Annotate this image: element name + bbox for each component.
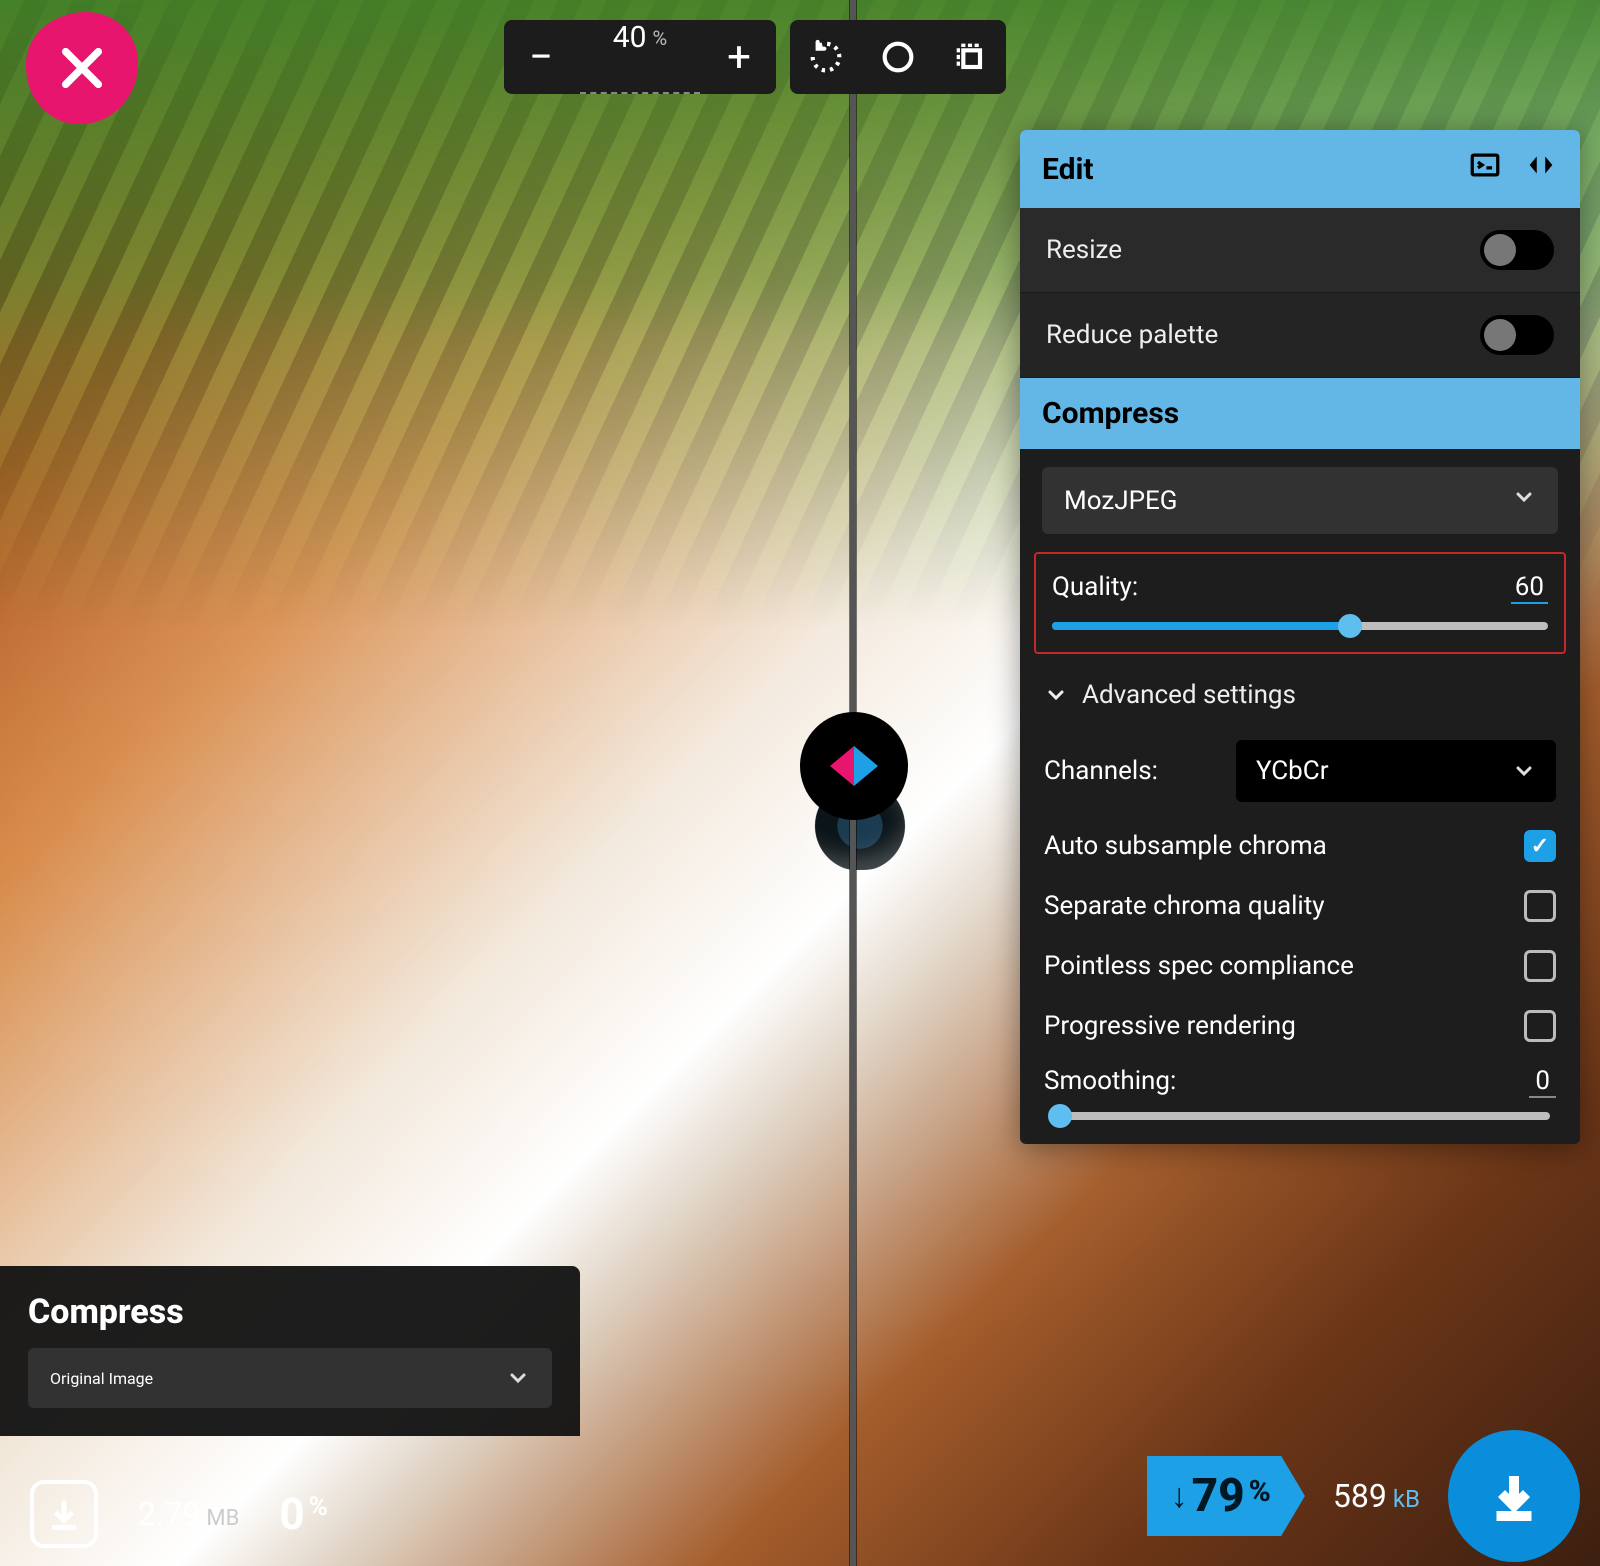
chevron-down-icon <box>1512 485 1536 516</box>
auto-subsample-checkbox[interactable] <box>1524 830 1556 862</box>
zoom-out-button[interactable]: − <box>504 20 578 94</box>
advanced-toggle[interactable]: Advanced settings <box>1020 670 1580 726</box>
progressive-row: Progressive rendering <box>1020 996 1580 1056</box>
resize-label: Resize <box>1046 235 1122 265</box>
left-compress-card: Compress Original Image <box>0 1266 580 1436</box>
smoothing-block: Smoothing: 0 <box>1020 1056 1580 1144</box>
down-arrow-icon: ↓ <box>1171 1476 1188 1516</box>
circle-icon <box>878 37 918 77</box>
smoothing-value[interactable]: 0 <box>1529 1066 1556 1098</box>
rotate-button[interactable] <box>790 20 862 94</box>
smoothing-slider[interactable] <box>1050 1112 1550 1120</box>
compressed-size-value: 589 <box>1333 1477 1387 1515</box>
reduce-palette-label: Reduce palette <box>1046 320 1218 350</box>
separate-chroma-checkbox[interactable] <box>1524 890 1556 922</box>
transform-group <box>790 20 1006 94</box>
chevron-down-icon <box>506 1366 530 1390</box>
savings-badge: ↓ 79 % <box>1147 1456 1305 1536</box>
rotate-icon <box>806 37 846 77</box>
chevron-down-icon <box>1512 759 1536 783</box>
zoom-number: 40 <box>613 20 647 55</box>
quality-label: Quality: <box>1052 572 1138 604</box>
compressed-size-unit: kB <box>1393 1485 1420 1513</box>
zoom-value[interactable]: 40 % <box>580 20 700 94</box>
reduce-palette-toggle[interactable] <box>1480 315 1554 355</box>
resize-row: Resize <box>1020 208 1580 293</box>
swap-icon <box>1524 148 1558 182</box>
quality-box: Quality: 60 <box>1034 552 1566 654</box>
download-original-button[interactable] <box>30 1480 98 1548</box>
compare-handle-right-icon <box>854 746 878 786</box>
download-icon <box>1484 1466 1544 1526</box>
slider-fill <box>1052 622 1350 630</box>
close-button[interactable] <box>26 12 138 124</box>
channels-value: YCbCr <box>1256 756 1329 786</box>
pointless-spec-row: Pointless spec compliance <box>1020 936 1580 996</box>
original-pct-value: 0 <box>279 1488 304 1540</box>
left-codec-value: Original Image <box>50 1369 153 1388</box>
original-size-value: 2.79 <box>138 1495 200 1533</box>
cli-button[interactable] <box>1468 148 1502 190</box>
terminal-icon <box>1468 148 1502 182</box>
progressive-checkbox[interactable] <box>1524 1010 1556 1042</box>
channels-select[interactable]: YCbCr <box>1236 740 1556 802</box>
advanced-label: Advanced settings <box>1082 680 1296 710</box>
savings-value: 79 <box>1192 1469 1245 1523</box>
reduce-palette-row: Reduce palette <box>1020 293 1580 378</box>
codec-value: MozJPEG <box>1064 486 1177 516</box>
zoom-toolbar: − 40 % + <box>504 20 1006 94</box>
channels-label: Channels: <box>1044 756 1158 786</box>
quality-value[interactable]: 60 <box>1511 572 1548 604</box>
original-size-unit: MB <box>206 1506 239 1531</box>
crop-button[interactable] <box>934 20 1006 94</box>
compress-header: Compress <box>1020 378 1580 449</box>
slider-thumb[interactable] <box>1048 1104 1072 1128</box>
edit-title: Edit <box>1042 152 1094 187</box>
zoom-in-button[interactable]: + <box>702 20 776 94</box>
channels-row: Channels: YCbCr <box>1020 726 1580 816</box>
compressed-size: 589kB <box>1333 1477 1420 1515</box>
image-compare-stage: − 40 % + Edit <box>0 0 1600 1566</box>
chevron-down-icon <box>1044 683 1068 707</box>
background-toggle-button[interactable] <box>862 20 934 94</box>
pct-symbol: % <box>309 1492 328 1522</box>
auto-subsample-row: Auto subsample chroma <box>1020 816 1580 876</box>
footer-right: ↓ 79 % 589kB <box>1147 1426 1580 1566</box>
zoom-unit: % <box>653 26 668 50</box>
slider-thumb[interactable] <box>1338 614 1362 638</box>
slider-track <box>1050 1112 1550 1120</box>
crop-icon <box>950 37 990 77</box>
edit-header: Edit <box>1020 130 1580 208</box>
zoom-group: − 40 % + <box>504 20 776 94</box>
pct-symbol: % <box>1249 1474 1271 1509</box>
copy-across-button[interactable] <box>1524 148 1558 190</box>
compare-handle[interactable] <box>800 712 908 820</box>
left-codec-select[interactable]: Original Image <box>28 1348 552 1408</box>
pointless-spec-checkbox[interactable] <box>1524 950 1556 982</box>
footer-left: 2.79MB 0% <box>30 1480 328 1548</box>
separate-chroma-row: Separate chroma quality <box>1020 876 1580 936</box>
download-icon <box>44 1494 84 1534</box>
original-size: 2.79MB <box>138 1495 239 1533</box>
progressive-label: Progressive rendering <box>1044 1011 1296 1041</box>
codec-select[interactable]: MozJPEG <box>1042 467 1558 534</box>
resize-toggle[interactable] <box>1480 230 1554 270</box>
smoothing-label: Smoothing: <box>1044 1066 1176 1098</box>
compare-handle-left-icon <box>830 746 854 786</box>
quality-slider[interactable] <box>1052 622 1548 630</box>
options-panel: Edit Resize Reduce palette Compress MozJ… <box>1020 130 1580 1144</box>
separate-chroma-label: Separate chroma quality <box>1044 891 1325 921</box>
close-icon <box>54 40 110 96</box>
download-compressed-button[interactable] <box>1448 1430 1580 1562</box>
left-compress-title: Compress <box>28 1292 552 1332</box>
original-pct: 0% <box>279 1488 327 1540</box>
pointless-spec-label: Pointless spec compliance <box>1044 951 1354 981</box>
auto-subsample-label: Auto subsample chroma <box>1044 831 1327 861</box>
